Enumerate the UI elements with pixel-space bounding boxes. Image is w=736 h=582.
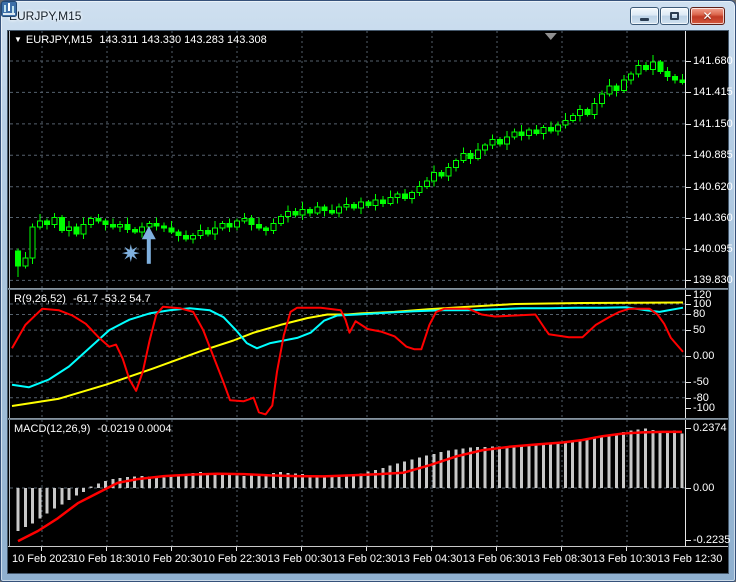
time-tick [41, 547, 42, 551]
time-label: 10 Feb 22:30 [202, 553, 268, 565]
axis-label: 140.885 [686, 149, 733, 162]
axis-label: 141.680 [686, 55, 733, 67]
buy-signal-arrow [121, 226, 156, 264]
oscillator-panel: R(9,26,52) -61.7 -53.2 54.7 120 100 80 50 0.0… [8, 289, 728, 418]
time-label: 10 Feb 20:30 [137, 553, 203, 565]
macd-signal-line [17, 430, 682, 543]
price-chart-canvas[interactable] [10, 31, 686, 288]
axis-label: -0.2235 [685, 534, 731, 546]
chart-window: EURJPY,M15 ✕ ▼ EURJPY,M15 143.311 143.330 … [0, 0, 736, 582]
mid-cyan-line [11, 306, 684, 389]
oscillator-plot[interactable] [9, 290, 686, 418]
axis-label: 141.150 [686, 117, 733, 130]
axis-label: 140.620 [686, 180, 733, 193]
time-label: 13 Feb 08:30 [527, 553, 593, 565]
axis-label: 139.830 [686, 274, 733, 287]
axis-label: 141.415 [686, 86, 733, 99]
axis-label: 140.360 [686, 211, 733, 224]
chart-icon [1, 1, 17, 17]
time-tick [366, 547, 367, 551]
macd-axis[interactable]: 0.2374 0.00 -0.2235 [685, 420, 731, 546]
minimize-icon [640, 18, 649, 21]
oscillator-canvas[interactable] [10, 290, 686, 418]
axis-label: 0.2374 [686, 421, 727, 434]
time-tick [236, 547, 237, 551]
axis-label: 0.00 [685, 350, 715, 363]
macd-label: MACD(12,26,9) -0.0219 0.0004 [14, 423, 171, 435]
window-title: EURJPY,M15 [9, 8, 82, 23]
oscillator-name: R(9,26,52) [14, 293, 66, 305]
time-label: 13 Feb 06:30 [462, 553, 528, 565]
symbol-dropdown-icon[interactable]: ▼ [14, 35, 22, 44]
chart-symbol: EURJPY,M15 [25, 34, 93, 46]
price-panel: ▼ EURJPY,M15 143.311 143.330 143.283 143.3… [8, 31, 733, 288]
chart-ohlc-values: 143.311 143.330 143.283 143.308 [99, 34, 267, 46]
chart-header: ▼ EURJPY,M15 143.311 143.330 143.283 143.3… [14, 34, 267, 46]
macd-plot[interactable] [9, 420, 686, 546]
axis-label: -100 [685, 402, 716, 415]
macd-name: MACD(12,26,9) [14, 423, 91, 435]
time-tick [301, 547, 302, 551]
time-label: 13 Feb 10:30 [592, 553, 658, 565]
macd-canvas[interactable] [10, 420, 686, 546]
axis-label: -50 [686, 376, 709, 389]
maximize-button[interactable] [660, 7, 689, 25]
time-label: 13 Feb 12:30 [657, 553, 723, 565]
price-axis[interactable]: 141.680 141.415 141.150 140.885 140.620 140.3… [685, 31, 733, 288]
time-tick [496, 547, 497, 551]
macd-panel: MACD(12,26,9) -0.0219 0.0004 0.2374 0.00 -0… [8, 420, 731, 546]
minimize-button[interactable] [630, 7, 659, 25]
time-tick [171, 547, 172, 551]
axis-label: 0.00 [685, 481, 715, 494]
fast-red-line [11, 305, 684, 416]
axis-label: 80 [685, 308, 706, 321]
time-axis[interactable]: 10 Feb 2023 10 Feb 18:30 10 Feb 20:30 10 Fe… [8, 546, 728, 573]
chart-client-area: ▼ EURJPY,M15 143.311 143.330 143.283 143.3… [7, 30, 733, 574]
time-label: 13 Feb 00:30 [267, 553, 333, 565]
time-label: 10 Feb 2023 [12, 553, 74, 565]
time-tick [626, 547, 627, 551]
oscillator-values: -61.7 -53.2 54.7 [72, 293, 151, 305]
time-label: 10 Feb 18:30 [72, 553, 138, 565]
time-tick [106, 547, 107, 551]
axis-label: 50 [685, 324, 706, 337]
time-tick [561, 547, 562, 551]
time-label: 13 Feb 04:30 [397, 553, 463, 565]
restore-icon [670, 12, 679, 20]
close-button[interactable]: ✕ [690, 7, 725, 25]
slow-yellow-line [11, 301, 684, 407]
oscillator-label: R(9,26,52) -61.7 -53.2 54.7 [14, 293, 151, 305]
price-plot[interactable] [9, 31, 686, 288]
time-label: 13 Feb 02:30 [332, 553, 398, 565]
axis-label: 140.095 [686, 242, 733, 255]
macd-values: -0.0219 0.0004 [97, 423, 172, 435]
window-titlebar[interactable]: EURJPY,M15 ✕ [1, 1, 735, 30]
time-tick [431, 547, 432, 551]
oscillator-axis[interactable]: 120 100 80 50 0.00 -50 -80 -100 [685, 289, 728, 418]
